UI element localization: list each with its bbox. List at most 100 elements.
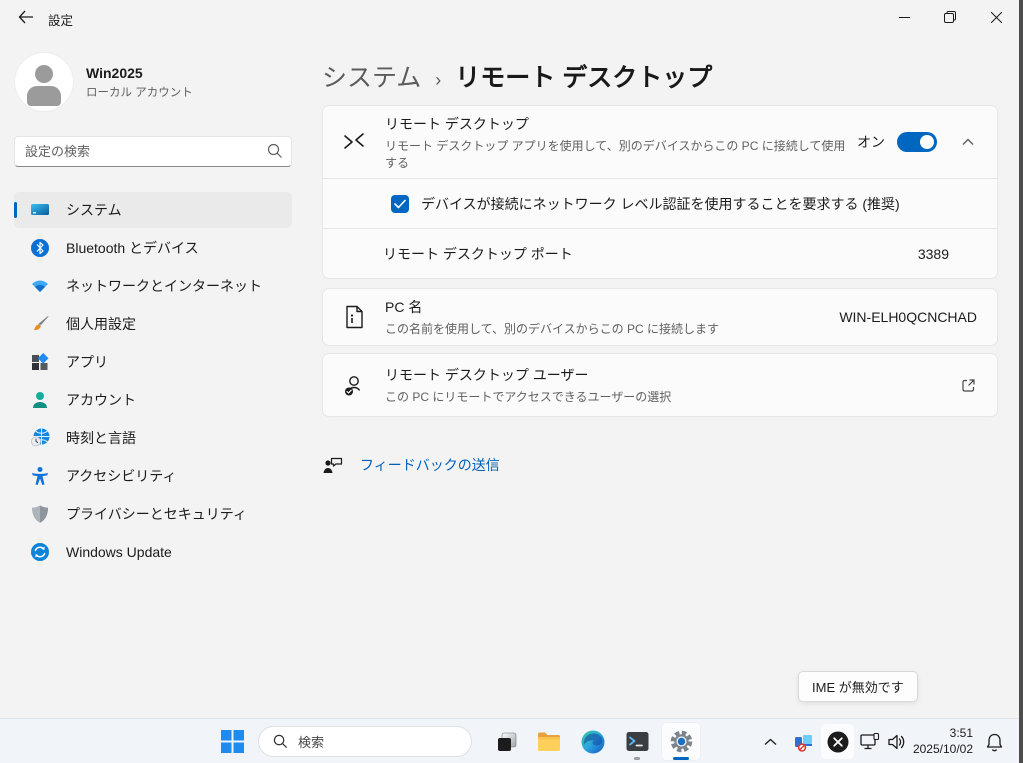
ime-mode-button[interactable]	[821, 724, 854, 759]
accounts-icon	[30, 390, 50, 410]
clock-time: 3:51	[913, 725, 973, 741]
active-app-indicator	[673, 757, 689, 760]
pc-name-icon	[341, 304, 367, 330]
app-title: 設定	[48, 10, 73, 29]
main-content: システム › リモート デスクトップ リモート デスクトップ リモート デスクト…	[322, 34, 997, 718]
titlebar: 設定	[0, 0, 1019, 34]
start-button[interactable]	[212, 722, 252, 761]
sidebar-item-label: 時刻と言語	[66, 428, 136, 448]
file-explorer-button[interactable]	[529, 722, 569, 761]
sidebar-item-time-language[interactable]: 時刻と言語	[14, 420, 292, 456]
accessibility-icon	[30, 466, 50, 486]
breadcrumb-separator-icon: ›	[435, 70, 441, 91]
chevron-up-icon	[962, 138, 974, 146]
minimize-icon	[899, 12, 910, 23]
tray-overflow-button[interactable]	[755, 724, 785, 759]
device-error-icon	[793, 731, 815, 753]
back-button[interactable]	[10, 4, 42, 30]
remote-desktop-icon	[341, 129, 367, 155]
avatar	[14, 52, 74, 112]
tray-device-status-button[interactable]	[789, 724, 819, 759]
notifications-button[interactable]	[979, 724, 1009, 759]
pc-name-card: PC 名 この名前を使用して、別のデバイスからこの PC に接続します WIN-…	[322, 288, 998, 346]
remote-desktop-users-description: この PC にリモートでアクセスできるユーザーの選択	[385, 388, 955, 405]
page-title: リモート デスクトップ	[455, 58, 712, 94]
search-icon	[267, 143, 283, 159]
expander-collapse-button[interactable]	[955, 129, 981, 155]
apps-icon	[30, 352, 50, 372]
sidebar-item-network-internet[interactable]: ネットワークとインターネット	[14, 268, 292, 304]
minimize-button[interactable]	[881, 0, 927, 34]
speaker-icon	[886, 732, 908, 752]
pc-name-value: WIN-ELH0QCNCHAD	[839, 309, 981, 325]
notification-bell-icon	[985, 732, 1004, 752]
ime-status-tooltip: IME が無効です	[798, 671, 918, 702]
user-account-block[interactable]: Win2025 ローカル アカウント	[14, 52, 193, 112]
settings-search-input[interactable]	[14, 136, 292, 167]
taskbar-search-box[interactable]: 検索	[258, 726, 472, 757]
nla-checkbox[interactable]	[391, 195, 409, 213]
sidebar-item-label: システム	[66, 200, 122, 220]
remote-desktop-users-card[interactable]: リモート デスクトップ ユーザー この PC にリモートでアクセスできるユーザー…	[322, 353, 998, 417]
volume-tray-button[interactable]	[882, 724, 912, 759]
sidebar-item-windows-update[interactable]: Windows Update	[14, 534, 292, 570]
restore-button[interactable]	[927, 0, 973, 34]
user-name: Win2025	[86, 65, 193, 81]
clock[interactable]: 3:51 2025/10/02	[913, 725, 973, 757]
taskbar-search-icon	[273, 734, 288, 749]
sidebar-item-privacy-security[interactable]: プライバシーとセキュリティ	[14, 496, 292, 532]
sidebar-item-apps[interactable]: アプリ	[14, 344, 292, 380]
file-explorer-icon	[536, 729, 562, 755]
sidebar-item-label: アプリ	[66, 352, 108, 372]
edge-browser-button[interactable]	[573, 722, 613, 761]
nla-label: デバイスが接続にネットワーク レベル認証を使用することを要求する (推奨)	[421, 194, 900, 214]
sidebar: Win2025 ローカル アカウント システム Bluetooth とデバイス	[0, 34, 306, 718]
pc-name-title: PC 名	[385, 297, 839, 317]
sidebar-item-system[interactable]: システム	[14, 192, 292, 228]
external-link-icon	[961, 378, 976, 393]
checkmark-icon	[394, 199, 406, 209]
running-app-indicator	[634, 757, 640, 760]
toggle-state-label: オン	[857, 132, 885, 152]
feedback-link[interactable]: フィードバックの送信	[322, 454, 500, 476]
settings-search	[14, 136, 292, 167]
port-label: リモート デスクトップ ポート	[383, 244, 918, 264]
windows-logo-icon	[220, 729, 245, 754]
breadcrumb-parent[interactable]: システム	[322, 58, 421, 94]
window-controls	[881, 0, 1019, 34]
user-account-type: ローカル アカウント	[86, 84, 193, 100]
sidebar-item-accessibility[interactable]: アクセシビリティ	[14, 458, 292, 494]
sidebar-item-label: アクセシビリティ	[66, 466, 176, 486]
external-link-button[interactable]	[955, 372, 981, 398]
remote-desktop-toggle[interactable]	[897, 132, 937, 152]
toggle-knob	[920, 135, 934, 149]
bluetooth-icon	[30, 238, 50, 258]
personalization-icon	[30, 314, 50, 334]
settings-gear-icon	[668, 728, 695, 755]
sidebar-item-personalization[interactable]: 個人用設定	[14, 306, 292, 342]
sidebar-item-label: Bluetooth とデバイス	[66, 238, 199, 258]
taskbar-search-placeholder: 検索	[298, 732, 324, 751]
settings-button[interactable]	[661, 722, 701, 761]
privacy-icon	[30, 504, 50, 524]
close-button[interactable]	[973, 0, 1019, 34]
sidebar-item-label: 個人用設定	[66, 314, 136, 334]
network-tray-button[interactable]	[856, 724, 884, 759]
sidebar-item-bluetooth-devices[interactable]: Bluetooth とデバイス	[14, 230, 292, 266]
remote-desktop-users-icon	[341, 372, 367, 398]
remote-desktop-description: リモート デスクトップ アプリを使用して、別のデバイスからこの PC に接続して…	[385, 137, 857, 171]
sidebar-item-accounts[interactable]: アカウント	[14, 382, 292, 418]
remote-desktop-row[interactable]: リモート デスクトップ リモート デスクトップ アプリを使用して、別のデバイスか…	[323, 106, 997, 178]
task-view-button[interactable]	[487, 722, 527, 761]
port-row: リモート デスクトップ ポート 3389	[323, 228, 997, 278]
windows-update-icon	[30, 542, 50, 562]
feedback-icon	[322, 454, 344, 476]
network-ethernet-icon	[859, 732, 881, 752]
breadcrumb: システム › リモート デスクトップ	[322, 58, 712, 94]
sidebar-item-label: Windows Update	[66, 544, 172, 560]
system-icon	[30, 200, 50, 220]
terminal-button[interactable]	[617, 722, 657, 761]
sidebar-item-label: アカウント	[66, 390, 136, 410]
time-language-icon	[30, 428, 50, 448]
restore-icon	[944, 11, 956, 23]
